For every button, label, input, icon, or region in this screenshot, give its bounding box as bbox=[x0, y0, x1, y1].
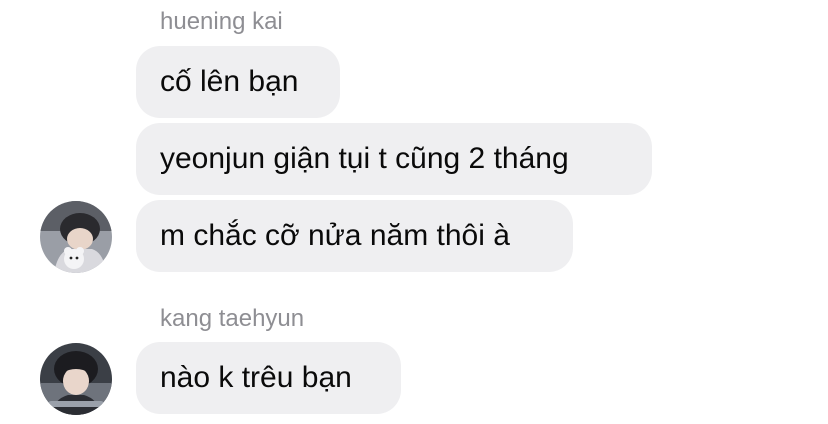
profile-photo-avatar-icon bbox=[40, 343, 112, 415]
message-text: m chắc cỡ nửa năm thôi à bbox=[160, 219, 510, 252]
sender-avatar[interactable] bbox=[40, 201, 112, 273]
message-bubble[interactable]: nào k trêu bạn bbox=[136, 342, 401, 414]
sender-name: huening kai bbox=[160, 8, 283, 35]
message-bubble[interactable]: yeonjun giận tụi t cũng 2 tháng bbox=[136, 123, 652, 195]
message-text: nào k trêu bạn bbox=[160, 361, 352, 394]
sender-name: kang taehyun bbox=[160, 305, 305, 332]
message-bubble[interactable]: m chắc cỡ nửa năm thôi à bbox=[136, 200, 573, 272]
message-text: cố lên bạn bbox=[160, 65, 299, 98]
message-text: yeonjun giận tụi t cũng 2 tháng bbox=[160, 142, 569, 175]
profile-photo-avatar-icon bbox=[40, 201, 112, 273]
sender-avatar[interactable] bbox=[40, 343, 112, 415]
message-bubble[interactable]: cố lên bạn bbox=[136, 46, 340, 118]
